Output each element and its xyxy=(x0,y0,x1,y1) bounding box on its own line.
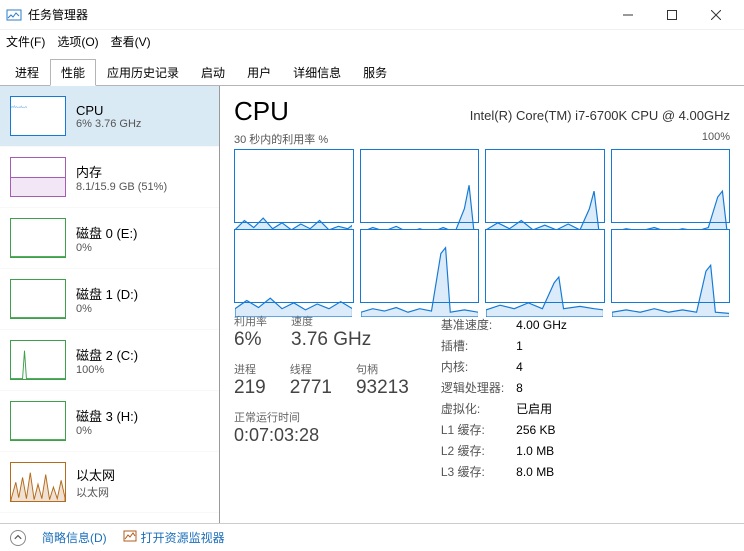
sidebar-item-sub: 以太网 xyxy=(76,484,115,500)
sidebar-item-memory[interactable]: 内存 8.1/15.9 GB (51%) xyxy=(0,147,219,208)
rstat-virt-label: 虚拟化: xyxy=(441,399,514,418)
core-chart-0 xyxy=(234,149,354,223)
stat-uptime-value: 0:07:03:28 xyxy=(234,425,409,446)
sidebar-item-disk2[interactable]: 磁盘 2 (C:) 100% xyxy=(0,330,219,391)
stat-handles-label: 句柄 xyxy=(356,361,409,377)
fewer-details-link[interactable]: 简略信息(D) xyxy=(42,529,107,546)
core-chart-7 xyxy=(611,229,731,303)
stat-processes-label: 进程 xyxy=(234,361,266,377)
rstat-basespeed-label: 基准速度: xyxy=(441,315,514,334)
menu-options[interactable]: 选项(O) xyxy=(57,33,98,50)
core-chart-1 xyxy=(360,149,480,223)
sidebar-item-label: 内存 xyxy=(76,162,167,181)
page-title: CPU xyxy=(234,96,289,127)
rstat-sockets: 1 xyxy=(516,336,577,355)
cpu-model: Intel(R) Core(TM) i7-6700K CPU @ 4.00GHz xyxy=(470,108,730,123)
core-chart-4 xyxy=(234,229,354,303)
sidebar-item-label: 磁盘 1 (D:) xyxy=(76,284,138,303)
menu-view[interactable]: 查看(V) xyxy=(111,33,151,50)
stat-handles-value: 93213 xyxy=(356,377,409,399)
sidebar-item-label: 以太网 xyxy=(76,465,115,484)
sidebar-item-disk1[interactable]: 磁盘 1 (D:) 0% xyxy=(0,269,219,330)
stat-utilization-value: 6% xyxy=(234,329,267,351)
core-chart-5 xyxy=(360,229,480,303)
sidebar-item-label: 磁盘 0 (E:) xyxy=(76,223,137,242)
sidebar-item-label: CPU xyxy=(76,103,141,118)
sidebar-item-sub: 100% xyxy=(76,364,138,376)
window-title: 任务管理器 xyxy=(28,6,88,23)
rstat-l1: 256 KB xyxy=(516,420,577,439)
core-chart-6 xyxy=(485,229,605,303)
sidebar-item-disk3[interactable]: 磁盘 3 (H:) 0% xyxy=(0,391,219,452)
sidebar-item-sub: 6% 3.76 GHz xyxy=(76,118,141,130)
ethernet-thumb xyxy=(10,462,66,502)
stat-uptime-label: 正常运行时间 xyxy=(234,409,409,425)
main-panel: CPU Intel(R) Core(TM) i7-6700K CPU @ 4.0… xyxy=(220,86,744,523)
rstat-l1-label: L1 缓存: xyxy=(441,420,514,439)
sidebar-item-label: 磁盘 3 (H:) xyxy=(76,406,138,425)
memory-thumb xyxy=(10,157,66,197)
chart-label-right: 100% xyxy=(702,131,730,147)
rstat-l3: 8.0 MB xyxy=(516,462,577,481)
maximize-button[interactable] xyxy=(650,0,694,30)
rstat-l2-label: L2 缓存: xyxy=(441,441,514,460)
disk-thumb xyxy=(10,401,66,441)
app-icon xyxy=(6,7,22,23)
sidebar: CPU 6% 3.76 GHz 内存 8.1/15.9 GB (51%) 磁盘 … xyxy=(0,86,220,523)
rstat-l3-label: L3 缓存: xyxy=(441,462,514,481)
rstat-l2: 1.0 MB xyxy=(516,441,577,460)
rstat-sockets-label: 插槽: xyxy=(441,336,514,355)
open-resmon-link[interactable]: 打开资源监视器 xyxy=(141,529,225,546)
chart-label-left: 30 秒内的利用率 % xyxy=(234,131,328,147)
stat-speed-value: 3.76 GHz xyxy=(291,329,371,351)
sidebar-item-sub: 0% xyxy=(76,242,137,254)
cpu-cores-grid xyxy=(234,149,730,303)
core-chart-3 xyxy=(611,149,731,223)
rstat-logical: 8 xyxy=(516,378,577,397)
stat-threads-value: 2771 xyxy=(290,377,332,399)
disk-thumb xyxy=(10,340,66,380)
sidebar-item-sub: 0% xyxy=(76,425,138,437)
core-chart-2 xyxy=(485,149,605,223)
rstat-cores-label: 内核: xyxy=(441,357,514,376)
tab-startup[interactable]: 启动 xyxy=(190,59,236,86)
menu-file[interactable]: 文件(F) xyxy=(6,33,45,50)
tab-details[interactable]: 详细信息 xyxy=(282,59,352,86)
tab-services[interactable]: 服务 xyxy=(352,59,398,86)
stat-threads-label: 线程 xyxy=(290,361,332,377)
sidebar-item-sub: 0% xyxy=(76,303,138,315)
sidebar-item-label: 磁盘 2 (C:) xyxy=(76,345,138,364)
chevron-down-icon[interactable] xyxy=(10,530,26,546)
minimize-button[interactable] xyxy=(606,0,650,30)
sidebar-item-disk0[interactable]: 磁盘 0 (E:) 0% xyxy=(0,208,219,269)
rstat-cores: 4 xyxy=(516,357,577,376)
close-button[interactable] xyxy=(694,0,738,30)
tab-users[interactable]: 用户 xyxy=(236,59,282,86)
tab-apphistory[interactable]: 应用历史记录 xyxy=(96,59,190,86)
cpu-thumb xyxy=(10,96,66,136)
tab-performance[interactable]: 性能 xyxy=(50,59,96,86)
stat-processes-value: 219 xyxy=(234,377,266,399)
resmon-icon xyxy=(123,529,137,546)
tab-processes[interactable]: 进程 xyxy=(4,59,50,86)
disk-thumb xyxy=(10,279,66,319)
disk-thumb xyxy=(10,218,66,258)
rstat-virt: 已启用 xyxy=(516,399,577,418)
rstat-basespeed: 4.00 GHz xyxy=(516,315,577,334)
sidebar-item-sub: 8.1/15.9 GB (51%) xyxy=(76,181,167,193)
rstat-logical-label: 逻辑处理器: xyxy=(441,378,514,397)
sidebar-item-ethernet[interactable]: 以太网 以太网 xyxy=(0,452,219,513)
sidebar-item-cpu[interactable]: CPU 6% 3.76 GHz xyxy=(0,86,219,147)
